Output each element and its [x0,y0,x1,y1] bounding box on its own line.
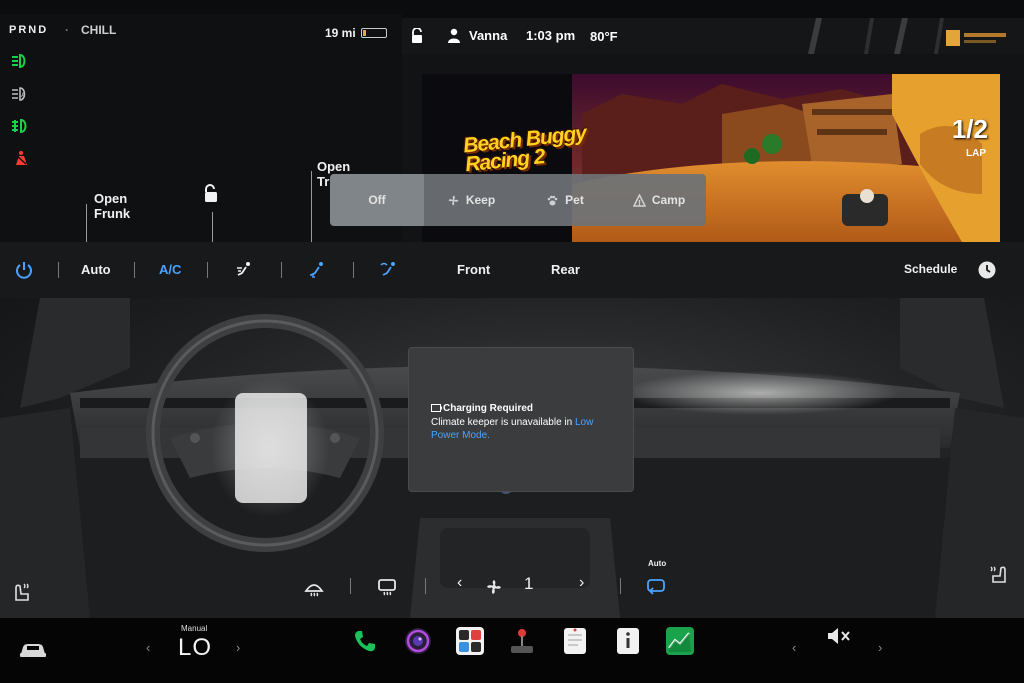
lap-label: LAP [966,148,986,159]
battery-icon [361,28,387,38]
recirculation-auto-label: Auto [648,559,667,568]
owners-manual-app-icon[interactable] [613,626,643,656]
divider [425,578,426,594]
fan-increase-button[interactable]: › [579,574,584,592]
frunk-pointer-line [86,204,87,242]
battery-fill [363,30,366,36]
front-defrost-icon[interactable] [303,577,325,597]
center-screen-message: Charging Required Climate keeper is unav… [408,347,634,492]
fan-icon [448,195,459,205]
message-text: Climate keeper is unavailable in [431,417,575,428]
keeper-pet-label: Pet [565,193,584,207]
stocks-app-icon[interactable] [665,626,695,656]
auto-highbeam-icon: A [9,85,33,103]
battery-low-icon [431,404,442,412]
tent-icon [632,193,646,207]
rear-seat-heat-tab[interactable]: Rear [551,262,580,277]
status-header: Vanna 1:03 pm 80°F [402,18,1024,54]
unlock-icon[interactable] [202,184,220,204]
temperature-mode: Manual [181,624,208,633]
keeper-off-option[interactable]: Off [330,174,424,226]
range-readout: 19 mi [325,26,356,40]
divider [281,262,282,278]
clock-icon[interactable] [977,260,997,280]
divider [620,578,621,594]
svg-text:A: A [21,93,26,99]
driver-profile[interactable]: Vanna [469,28,507,43]
climate-bar: Auto A/C Front Rear Schedule [0,242,1024,298]
headlight-icon [9,52,33,70]
app-dock: ‹ Manual LO › ‹ › [0,618,1024,683]
volume-decrease-button[interactable]: ‹ [792,640,796,655]
lap-counter: 1/2 [951,114,988,144]
volume-increase-button[interactable]: › [878,640,882,655]
divider [207,262,208,278]
paw-icon [547,195,558,205]
climate-keeper-selector: Off Keep Pet Camp [330,174,706,226]
car-icon[interactable] [18,640,48,660]
notes-app-icon[interactable] [560,626,590,656]
toybox-app-icon[interactable] [455,626,485,656]
fan-icon [487,580,501,594]
airflow-windshield-icon[interactable] [379,260,399,280]
open-frunk-label: Open Frunk [94,191,131,221]
front-seat-heat-tab[interactable]: Front [457,262,490,277]
cabin-view: Charging Required Climate keeper is unav… [0,298,1024,618]
drive-mode: CHILL [65,23,116,37]
divider [350,578,351,594]
phone-app-icon[interactable] [350,626,380,656]
divider [134,262,135,278]
temp-decrease-button[interactable]: ‹ [146,640,150,655]
fog-light-icon [9,117,33,135]
temp-increase-button[interactable]: › [236,640,240,655]
message-title: Charging Required [443,403,534,414]
cabin-temperature[interactable]: LO [178,634,212,662]
arcade-badge-icon [946,30,1006,46]
airflow-feet-icon[interactable] [307,260,327,280]
keeper-keep-label: Keep [465,193,496,207]
arcade-joystick-app-icon[interactable] [507,626,537,656]
divider [353,262,354,278]
vehicle-screen: PRND CHILL 19 mi A Open Frunk Open Tr [0,0,1024,683]
door-pointer-line [212,212,213,242]
auto-climate-button[interactable]: Auto [81,262,111,277]
schedule-button[interactable]: Schedule [904,262,957,276]
lock-icon[interactable] [410,28,424,44]
fan-decrease-button[interactable]: ‹ [457,574,462,592]
fan-speed: 1 [524,574,534,593]
ac-button[interactable]: A/C [159,262,181,277]
recirculation-icon[interactable] [645,577,667,597]
passenger-seat-heater-icon[interactable] [987,564,1009,584]
keeper-keep-option[interactable]: Keep [424,174,518,226]
camera-app-icon[interactable] [403,626,433,656]
open-frunk-button[interactable]: Open Frunk [94,191,130,221]
clock: 1:03 pm [526,28,576,43]
driver-seat-heater-icon[interactable] [12,582,34,602]
volume-mute-icon[interactable] [826,626,852,646]
divider [58,262,59,278]
keeper-off-label: Off [368,193,386,207]
header-stripes [808,18,944,54]
user-icon[interactable] [447,28,461,44]
keeper-camp-label: Camp [651,193,686,207]
outside-temperature: 80°F [590,29,618,44]
rear-defrost-icon[interactable] [376,577,398,597]
keeper-camp-option[interactable]: Camp [612,174,706,226]
trunk-pointer-line [311,171,312,242]
message-body: Climate keeper is unavailable in Low Pow… [431,416,621,442]
airflow-face-icon[interactable] [234,260,254,280]
climate-power-icon[interactable] [14,260,34,280]
seatbelt-warning-icon [9,149,33,167]
keeper-pet-option[interactable]: Pet [518,174,612,226]
gear-indicator: PRND [9,24,49,36]
